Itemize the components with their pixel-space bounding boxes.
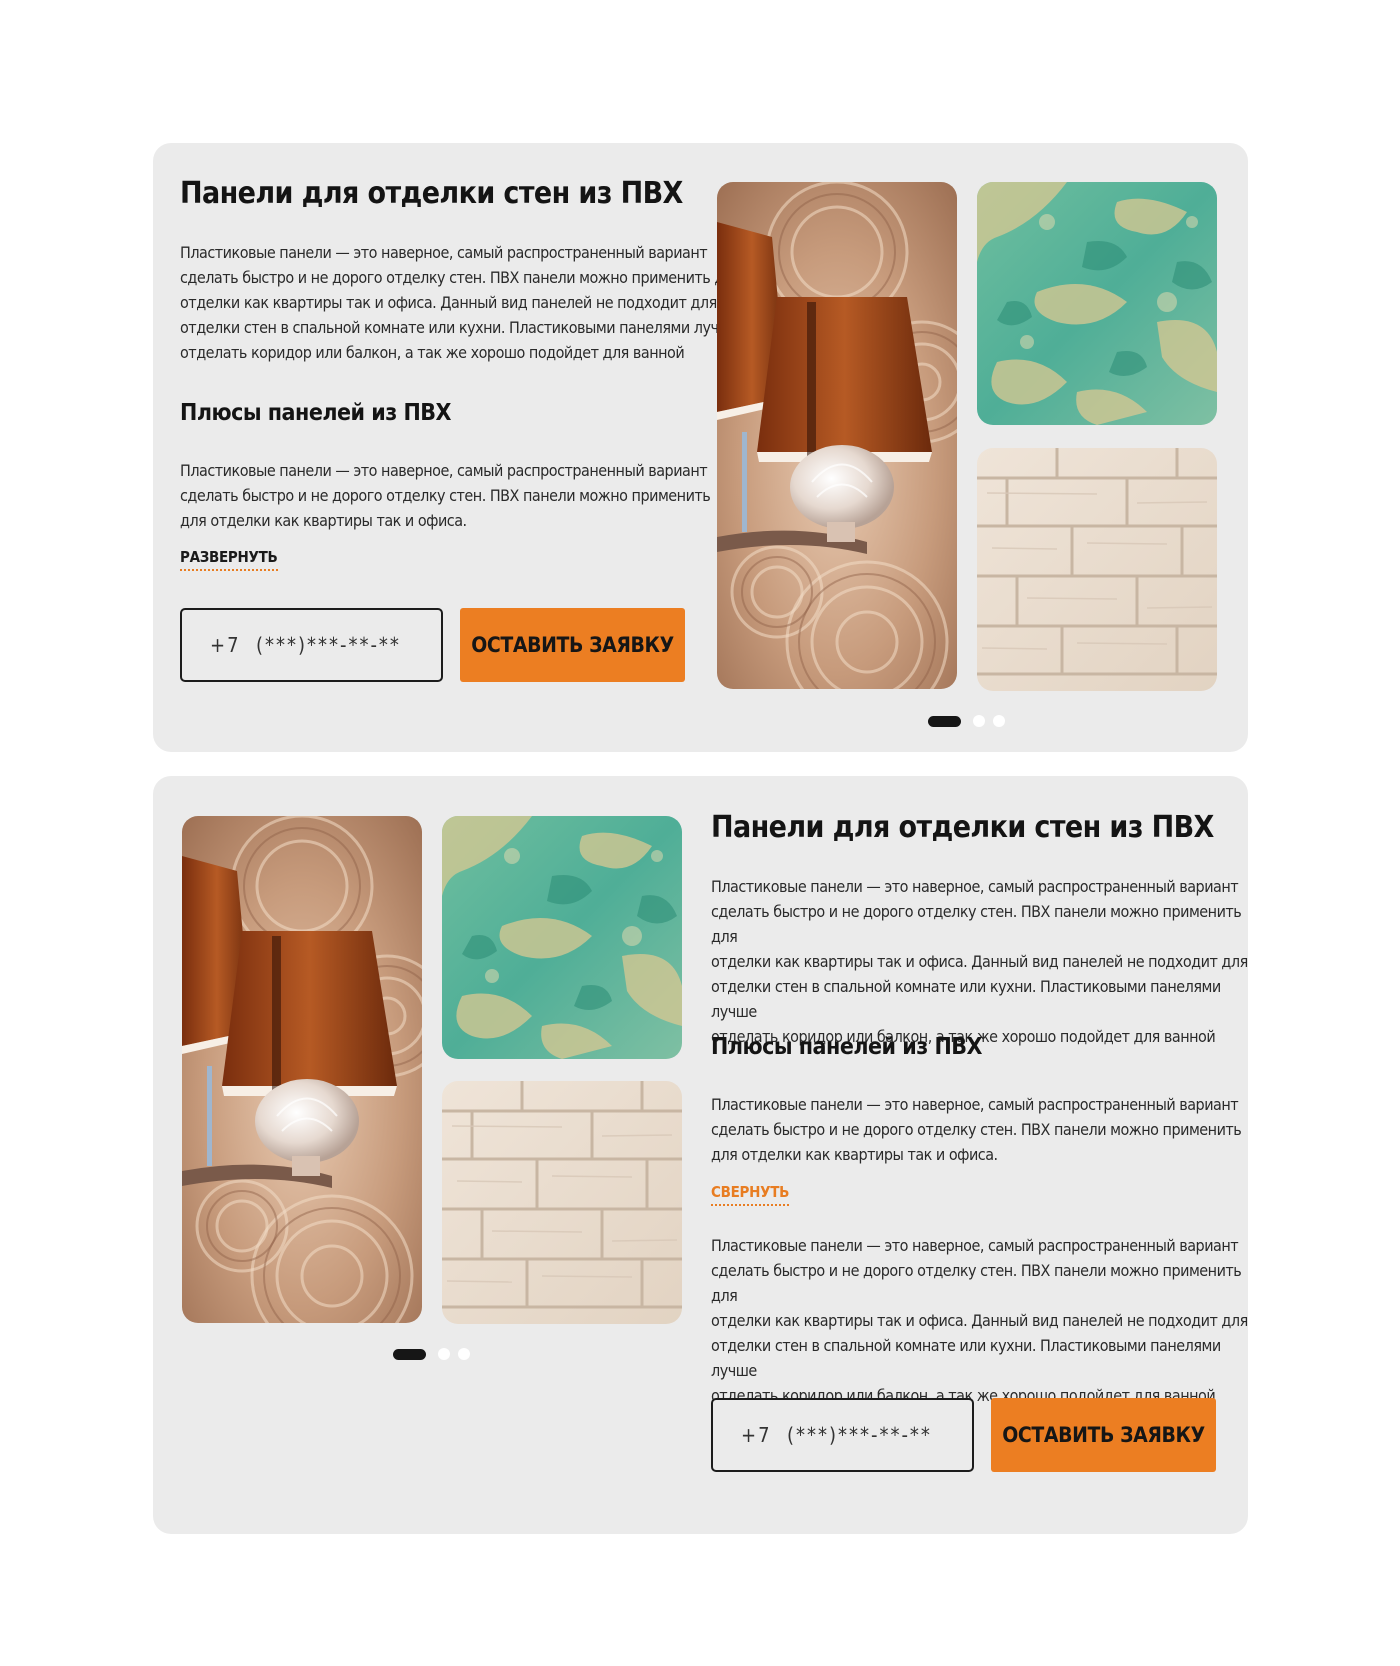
pros-line: для отделки как квартиры так и офиса.: [711, 1145, 998, 1164]
expand-link[interactable]: РАЗВЕРНУТЬ: [180, 547, 278, 571]
pros-line: сделать быстро и не дорого отделку стен.…: [711, 1120, 1242, 1139]
lamp-photo: [182, 816, 422, 1323]
phone-input[interactable]: [711, 1398, 974, 1472]
slider-dot-3[interactable]: [993, 715, 1005, 727]
submit-request-button[interactable]: ОСТАВИТЬ ЗАЯВКУ: [991, 1398, 1216, 1472]
intro-line: Пластиковые панели — это наверное, самый…: [180, 243, 708, 262]
submit-request-button[interactable]: ОСТАВИТЬ ЗАЯВКУ: [460, 608, 685, 682]
turquoise-plaster-photo: [442, 816, 682, 1059]
intro-line: Пластиковые панели — это наверное, самый…: [711, 877, 1239, 896]
pros-line: сделать быстро и не дорого отделку стен.…: [180, 486, 711, 505]
collapse-link[interactable]: СВЕРНУТЬ: [711, 1182, 789, 1206]
expanded-line: отделки стен в спальной комнате или кухн…: [711, 1336, 1221, 1380]
pros-paragraph: Пластиковые панели — это наверное, самый…: [180, 458, 711, 533]
white-brick-panel-photo: [442, 1081, 682, 1324]
pros-line: Пластиковые панели — это наверное, самый…: [711, 1095, 1239, 1114]
slider-pagination: [928, 715, 1008, 727]
intro-line: отделать коридор или балкон, а так же хо…: [180, 343, 685, 362]
intro-line: сделать быстро и не дорого отделку стен.…: [180, 268, 741, 287]
expanded-line: Пластиковые панели — это наверное, самый…: [711, 1236, 1239, 1255]
expanded-line: сделать быстро и не дорого отделку стен.…: [711, 1261, 1242, 1305]
white-brick-panel-photo: [977, 448, 1217, 691]
intro-line: отделки стен в спальной комнате или кухн…: [180, 318, 740, 337]
phone-input[interactable]: [180, 608, 443, 682]
expanded-line: отделки как квартиры так и офиса. Данный…: [711, 1311, 1248, 1330]
pros-title: Плюсы панелей из ПВХ: [180, 400, 452, 426]
expanded-paragraph: Пластиковые панели — это наверное, самый…: [711, 1233, 1248, 1408]
slider-dot-2[interactable]: [438, 1348, 450, 1360]
slider-dot-1[interactable]: [393, 1349, 426, 1360]
pros-line: для отделки как квартиры так и офиса.: [180, 511, 467, 530]
lamp-photo: [717, 182, 957, 689]
section-title: Панели для отделки стен из ПВХ: [180, 176, 683, 211]
pros-paragraph: Пластиковые панели — это наверное, самый…: [711, 1092, 1242, 1167]
slider-dot-2[interactable]: [973, 715, 985, 727]
turquoise-plaster-photo: [977, 182, 1217, 425]
intro-line: отделки как квартиры так и офиса. Данный…: [711, 952, 1248, 971]
slider-pagination: [393, 1348, 473, 1360]
panels-card-expanded: Панели для отделки стен из ПВХ Пластиков…: [153, 776, 1248, 1534]
section-title: Панели для отделки стен из ПВХ: [711, 810, 1214, 845]
pros-title: Плюсы панелей из ПВХ: [711, 1034, 983, 1060]
intro-line: сделать быстро и не дорого отделку стен.…: [711, 902, 1242, 946]
intro-paragraph: Пластиковые панели — это наверное, самый…: [711, 874, 1248, 1049]
intro-paragraph: Пластиковые панели — это наверное, самый…: [180, 240, 741, 365]
pros-line: Пластиковые панели — это наверное, самый…: [180, 461, 708, 480]
panels-card-collapsed: Панели для отделки стен из ПВХ Пластиков…: [153, 143, 1248, 752]
slider-dot-3[interactable]: [458, 1348, 470, 1360]
intro-line: отделки стен в спальной комнате или кухн…: [711, 977, 1221, 1021]
intro-line: отделки как квартиры так и офиса. Данный…: [180, 293, 717, 312]
slider-dot-1[interactable]: [928, 716, 961, 727]
